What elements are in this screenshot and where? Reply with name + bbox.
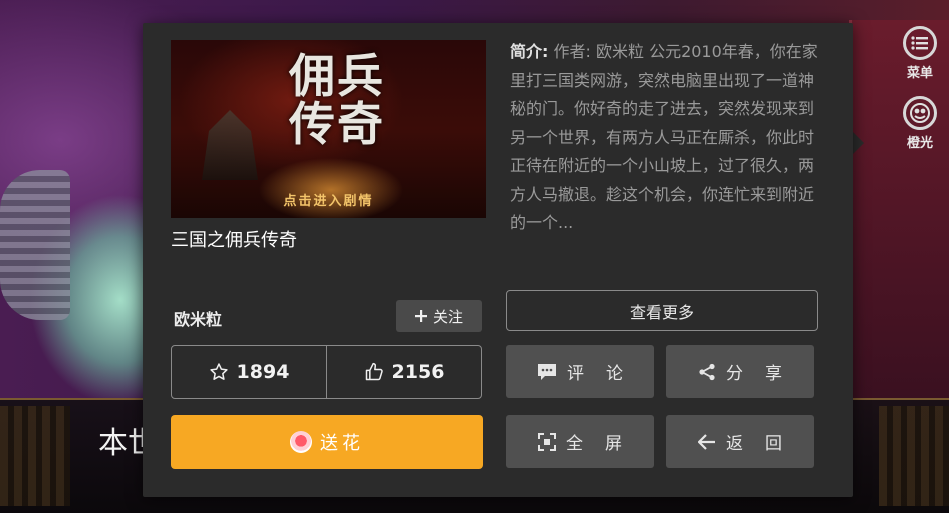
cover-tower — [202, 110, 258, 180]
list-icon — [903, 26, 937, 60]
chengguang-button[interactable]: 橙光 — [899, 96, 941, 151]
game-info-panel: 佣兵传奇 点击进入剧情 三国之佣兵传奇 简介: 作者: 欧米粒 公元2010年春… — [143, 23, 853, 497]
dialog-scroll-right — [879, 406, 949, 506]
panel-pointer — [853, 132, 864, 154]
chengguang-label: 橙光 — [906, 136, 933, 151]
follow-label: 关注 — [432, 307, 463, 326]
game-title: 三国之佣兵传奇 — [171, 230, 297, 251]
comment-button[interactable]: 评论 — [506, 345, 654, 398]
favorite-stat[interactable]: 1894 — [172, 346, 326, 398]
back-label: 返回 — [726, 434, 804, 454]
send-flower-button[interactable]: 送花 — [171, 415, 483, 469]
back-button[interactable]: 返回 — [666, 415, 814, 468]
star-icon — [209, 362, 229, 382]
menu-label: 菜单 — [906, 66, 933, 81]
game-intro: 简介: 作者: 欧米粒 公元2010年春，你在家里打三国类网游，突然电脑里出现了… — [510, 38, 825, 238]
share-label: 分享 — [726, 364, 804, 384]
background-machine — [0, 170, 70, 320]
flower-icon — [290, 431, 312, 453]
fullscreen-button[interactable]: 全屏 — [506, 415, 654, 468]
follow-button[interactable]: 关注 — [396, 300, 482, 332]
dialog-scroll-left — [0, 406, 70, 506]
favorite-count: 1894 — [236, 361, 290, 383]
like-stat[interactable]: 2156 — [326, 346, 481, 398]
fullscreen-label: 全屏 — [566, 434, 644, 454]
send-flower-label: 送花 — [320, 433, 364, 454]
like-count: 2156 — [391, 361, 445, 383]
cover-enter-story: 点击进入剧情 — [283, 194, 374, 209]
intro-text: 作者: 欧米粒 公元2010年春，你在家里打三国类网游，突然电脑里出现了一道神秘… — [510, 42, 818, 232]
cover-title: 佣兵传奇 — [289, 49, 385, 151]
author-name[interactable]: 欧米粒 — [174, 306, 222, 330]
arrow-left-icon — [698, 433, 716, 450]
game-cover-image[interactable]: 佣兵传奇 点击进入剧情 — [171, 40, 486, 218]
menu-button[interactable]: 菜单 — [899, 26, 941, 81]
intro-label: 简介: — [510, 42, 549, 61]
share-icon — [698, 363, 716, 381]
plus-icon — [414, 310, 427, 322]
stats-bar: 1894 2156 — [171, 345, 482, 399]
comment-label: 评论 — [567, 364, 645, 384]
thumbs-up-icon — [364, 362, 384, 382]
share-button[interactable]: 分享 — [666, 345, 814, 398]
chengguang-logo-icon — [903, 96, 937, 130]
view-more-button[interactable]: 查看更多 — [506, 290, 818, 331]
comment-icon — [537, 363, 557, 381]
fullscreen-icon — [538, 432, 556, 451]
